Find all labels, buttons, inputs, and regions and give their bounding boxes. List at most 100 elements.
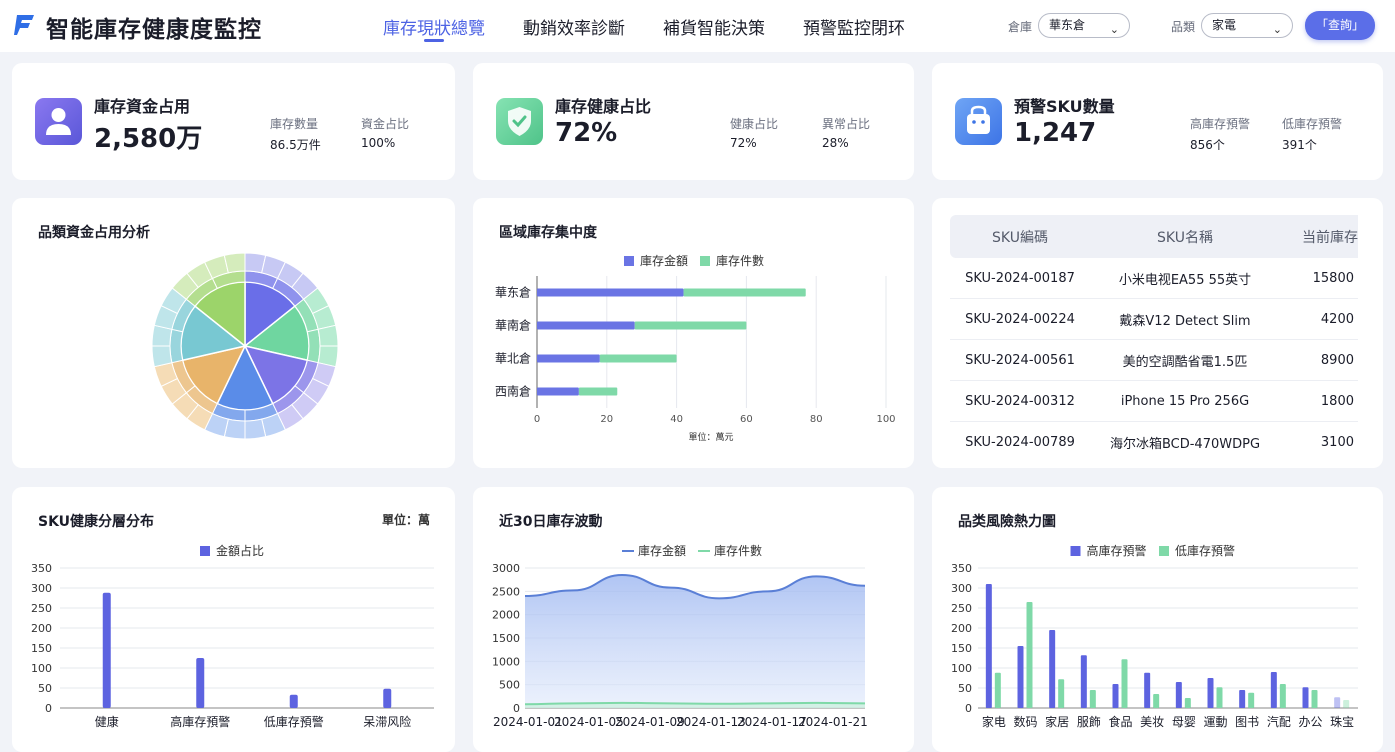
warehouse-select[interactable]: 華东倉 ⌄ (1038, 13, 1130, 38)
y-tick-label: 西南倉 (495, 384, 531, 399)
kpi-card-capital: 庫存資金占用 2,580万 庫存數量 86.5万件 資金占比 100% (12, 63, 455, 180)
risk-heat-card: 品类風險熱力圖 高庫存預警 低庫存預警 0 50 100 150 200 250 300 350 家… (932, 487, 1383, 752)
sunburst-mid-slice (169, 328, 184, 364)
kpi-value: 2,580万 (94, 124, 203, 154)
bar (1017, 646, 1024, 708)
y-tick-label: 200 (31, 622, 52, 635)
column-header[interactable]: SKU名稱 (1090, 227, 1280, 247)
kpi-value: 1,247 (1014, 118, 1097, 148)
x-tick-label: 2024-01-17 (737, 715, 807, 729)
table-row[interactable]: SKU-2024-00561 美的空調酷省電1.5匹 8900 (950, 340, 1358, 381)
sunburst-outer-slice (223, 252, 246, 274)
bar (289, 694, 298, 708)
kpi-card-alerts: 預警SKU數量 1,247 高庫存預警 856个 低庫存預警 391个 (932, 63, 1383, 180)
bar (1239, 690, 1246, 708)
sku-name: 海尔冰箱BCD-470WDPG (1109, 437, 1261, 452)
y-tick-label: 1000 (492, 655, 520, 668)
category-capital-card: 品類資金占用分析 (12, 198, 455, 468)
tab-replenishment[interactable]: 補貨智能決策 (663, 14, 765, 39)
sku-code: SKU-2024-00224 (965, 311, 1075, 327)
tab-inventory-overview[interactable]: 庫存現狀總覽 (383, 14, 485, 39)
bar (1248, 692, 1255, 708)
legend-marker (1070, 546, 1081, 556)
chevron-down-icon: ⌄ (1109, 23, 1119, 36)
x-tick-label: 0 (534, 414, 540, 425)
sku-table-card: SKU編碼 SKU名稱 当前庫存 SKU-2024-00187 小米电视EA55… (932, 198, 1383, 468)
y-tick-label: 250 (31, 602, 52, 615)
x-tick-label: 图书 (1235, 715, 1259, 729)
bar (1175, 682, 1182, 708)
bar (1334, 697, 1341, 708)
x-tick-label: 低庫存預警 (264, 714, 324, 729)
x-tick-label: 食品 (1108, 714, 1132, 729)
sku-stock: 4200 (1320, 311, 1354, 327)
legend-label: 庫存件數 (716, 254, 764, 268)
table-row[interactable]: SKU-2024-00312 iPhone 15 Pro 256G 1800 (950, 381, 1358, 422)
kpi-sub-label: 健康占比 (730, 117, 779, 131)
sunburst-outer-slice (151, 345, 173, 368)
bar (102, 592, 111, 708)
y-tick-label: 華北倉 (495, 351, 531, 366)
x-tick-label: 2024-01-05 (554, 715, 624, 729)
warehouse-value: 華东倉 (1049, 18, 1086, 32)
legend-marker (624, 256, 634, 266)
y-tick-label: 50 (958, 682, 972, 695)
y-tick-label: 300 (951, 582, 972, 595)
risk-bar-chart: 高庫存預警 低庫存預警 0 50 100 150 200 250 300 350 家电 数码 家居 服飾食… (951, 543, 1358, 729)
tab-alert-monitoring[interactable]: 預警監控閉环 (803, 14, 905, 39)
category-value: 家電 (1212, 18, 1237, 32)
y-tick-label: 150 (31, 642, 52, 655)
legend-label: 金額占比 (216, 543, 264, 558)
kpi-sub-label: 低庫存預警 (1282, 117, 1343, 131)
x-tick-label: 母婴 (1172, 715, 1196, 729)
top-header: 智能庫存健康度監控 庫存現狀總覽 動銷效率診斷 補貨智能決策 預警監控閉环 倉庫… (0, 0, 1395, 52)
kpi-title: 庫存資金占用 (94, 97, 191, 116)
y-tick-label: 0 (45, 702, 52, 715)
x-tick-label: 数码 (1013, 714, 1037, 729)
kpi-sub-value: 100% (361, 136, 396, 150)
sku-code: SKU-2024-00789 (965, 435, 1075, 450)
y-tick-label: 350 (31, 562, 52, 575)
bag-icon (955, 98, 1002, 145)
x-tick-label: 美妆 (1140, 715, 1164, 729)
logo-icon (14, 15, 34, 35)
column-header[interactable]: 当前庫存 (1280, 227, 1358, 247)
sku-stock: 1800 (1320, 393, 1354, 409)
category-select[interactable]: 家電 ⌄ (1201, 13, 1293, 38)
x-tick-label: 呆滞风险 (363, 714, 411, 729)
sku-stock: 15800 (1312, 270, 1354, 286)
x-tick-label: 2024-01-01 (493, 715, 563, 729)
kpi-sub-label: 高庫存預警 (1190, 117, 1251, 131)
legend-label: 高庫存預警 (1087, 543, 1147, 558)
bar (599, 354, 677, 363)
category-label: 品類 (1171, 20, 1196, 34)
kpi-sub-value: 72% (730, 136, 757, 150)
x-tick-label: 80 (810, 414, 823, 425)
y-tick-label: 100 (951, 662, 972, 675)
region-concentration-card: 區域庫存集中度 庫存金額 庫存件數 0 20 40 60 80 100 華东倉 華南倉 華北倉 西南倉… (473, 198, 914, 468)
bar (537, 321, 635, 330)
table-row[interactable]: SKU-2024-00789 海尔冰箱BCD-470WDPG 3100 (950, 422, 1358, 463)
sku-health-bar-chart: 金額占比 0 50 100 150 200 250 300 350 健康 高庫存預警 低庫存預警 呆滞风… (31, 543, 434, 729)
x-tick-label: 100 (876, 414, 895, 425)
bar (1216, 687, 1223, 708)
bar (1207, 678, 1214, 708)
column-header[interactable]: SKU編碼 (950, 227, 1090, 247)
legend-marker (200, 546, 210, 556)
bar (1270, 672, 1277, 708)
bar (1153, 694, 1160, 708)
sku-stock: 3100 (1320, 435, 1354, 450)
table-row[interactable]: SKU-2024-00187 小米电视EA55 55英寸 15800 (950, 258, 1358, 299)
bar (683, 288, 806, 297)
x-tick-label: 60 (740, 414, 753, 425)
x-tick-label: 家居 (1045, 714, 1069, 729)
tab-sales-efficiency[interactable]: 動銷效率診斷 (523, 14, 625, 39)
y-tick-label: 300 (31, 582, 52, 595)
sunburst-mid-slice (306, 328, 321, 364)
query-button[interactable]: 「查詢」 (1305, 11, 1375, 40)
trend-card: 近30日庫存波動 庫存金額 庫存件數 0 500 1000 1500 2000 2500 300… (473, 487, 914, 752)
kpi-sub-label: 資金占比 (361, 117, 410, 131)
sku-code: SKU-2024-00561 (965, 352, 1075, 368)
x-tick-label: 珠宝 (1330, 715, 1354, 729)
table-row[interactable]: SKU-2024-00224 戴森V12 Detect Slim 4200 (950, 299, 1358, 340)
